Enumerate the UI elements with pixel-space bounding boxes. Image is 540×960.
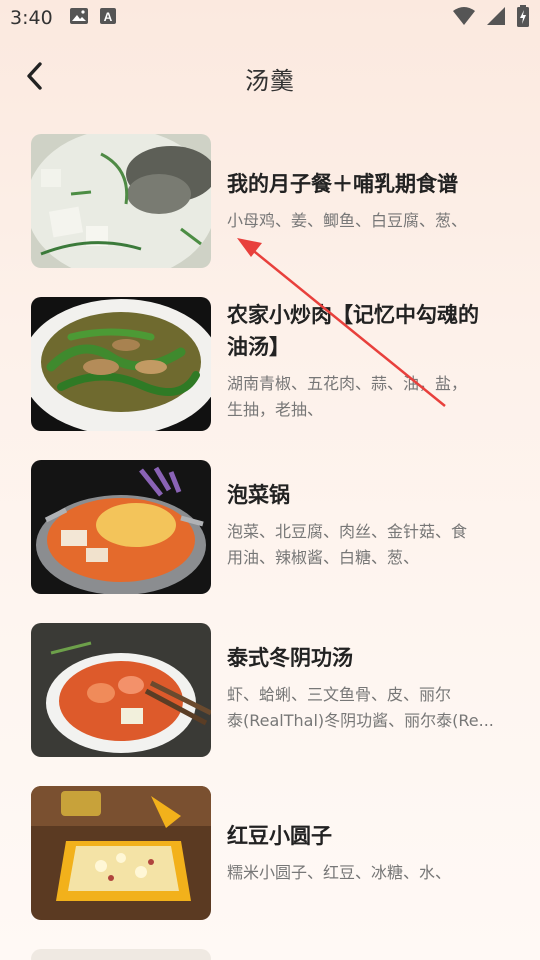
recipe-title-line: 泡菜锅	[227, 483, 290, 507]
recipe-ingredients: 小母鸡、姜、鲫鱼、白豆腐、葱、	[227, 208, 517, 234]
list-item[interactable]: 红豆小圆子 糯米小圆子、红豆、冰糖、水、	[0, 786, 540, 949]
font-a-icon: A	[99, 7, 117, 29]
list-item[interactable]: 我的月子餐＋哺乳期食谱 小母鸡、姜、鲫鱼、白豆腐、葱、	[0, 134, 540, 297]
recipe-ingredients-line: 生抽，老抽、	[227, 400, 324, 419]
recipe-title: 泡菜锅	[227, 479, 517, 511]
recipe-ingredients-line: 泡菜、北豆腐、肉丝、金针菇、食	[227, 522, 468, 541]
recipe-title: 我的月子餐＋哺乳期食谱	[227, 168, 517, 200]
recipe-title-line: 农家小炒肉【记忆中勾魂的	[227, 303, 479, 327]
recipe-title-line: 泰式冬阴功汤	[227, 646, 353, 670]
recipe-title: 红豆小圆子	[227, 820, 517, 852]
back-button[interactable]	[14, 58, 54, 98]
app-header: 汤羹	[0, 50, 540, 106]
recipe-image	[31, 297, 211, 431]
recipe-list: 我的月子餐＋哺乳期食谱 小母鸡、姜、鲫鱼、白豆腐、葱、 农家小炒肉【记忆中勾魂的…	[0, 134, 540, 960]
signal-icon	[486, 6, 506, 30]
list-item[interactable]: 泰式冬阴功汤 虾、蛤蜊、三文鱼骨、皮、丽尔 泰(RealThal)冬阴功酱、丽尔…	[0, 623, 540, 786]
page-title: 汤羹	[245, 66, 295, 95]
recipe-ingredients: 糯米小圆子、红豆、冰糖、水、	[227, 860, 517, 886]
status-bar: 3:40 A	[0, 0, 540, 36]
recipe-ingredients-line: 用油、辣椒酱、白糖、葱、	[227, 548, 420, 567]
recipe-ingredients-line: 泰(RealThal)冬阴功酱、丽尔泰(Re...	[227, 711, 494, 730]
recipe-image	[31, 786, 211, 920]
recipe-image	[31, 623, 211, 757]
recipe-ingredients: 湖南青椒、五花肉、蒜、油，盐， 生抽，老抽、	[227, 371, 517, 423]
svg-text:A: A	[103, 10, 112, 24]
image-icon	[69, 7, 89, 29]
recipe-ingredients-line: 糯米小圆子、红豆、冰糖、水、	[227, 863, 452, 882]
recipe-title: 泰式冬阴功汤	[227, 642, 517, 674]
list-item[interactable]	[0, 949, 540, 960]
status-time: 3:40	[10, 7, 53, 29]
list-item[interactable]: 泡菜锅 泡菜、北豆腐、肉丝、金针菇、食 用油、辣椒酱、白糖、葱、	[0, 460, 540, 623]
recipe-title: 农家小炒肉【记忆中勾魂的 油汤】	[227, 299, 517, 363]
recipe-title-line: 红豆小圆子	[227, 824, 332, 848]
recipe-image	[31, 134, 211, 268]
recipe-ingredients: 泡菜、北豆腐、肉丝、金针菇、食 用油、辣椒酱、白糖、葱、	[227, 519, 517, 571]
recipe-title-line: 我的月子餐＋哺乳期食谱	[227, 172, 458, 196]
recipe-ingredients-line: 湖南青椒、五花肉、蒜、油，盐，	[227, 374, 468, 393]
recipe-ingredients: 虾、蛤蜊、三文鱼骨、皮、丽尔 泰(RealThal)冬阴功酱、丽尔泰(Re...	[227, 682, 517, 734]
recipe-image	[31, 460, 211, 594]
recipe-ingredients-line: 虾、蛤蜊、三文鱼骨、皮、丽尔	[227, 685, 452, 704]
recipe-title-line: 油汤】	[227, 335, 290, 359]
list-item[interactable]: 农家小炒肉【记忆中勾魂的 油汤】 湖南青椒、五花肉、蒜、油，盐， 生抽，老抽、	[0, 297, 540, 460]
chevron-left-icon	[23, 61, 45, 95]
recipe-image	[31, 949, 211, 960]
battery-charging-icon	[516, 5, 530, 31]
recipe-ingredients-line: 小母鸡、姜、鲫鱼、白豆腐、葱、	[227, 211, 468, 230]
wifi-icon	[452, 6, 476, 30]
